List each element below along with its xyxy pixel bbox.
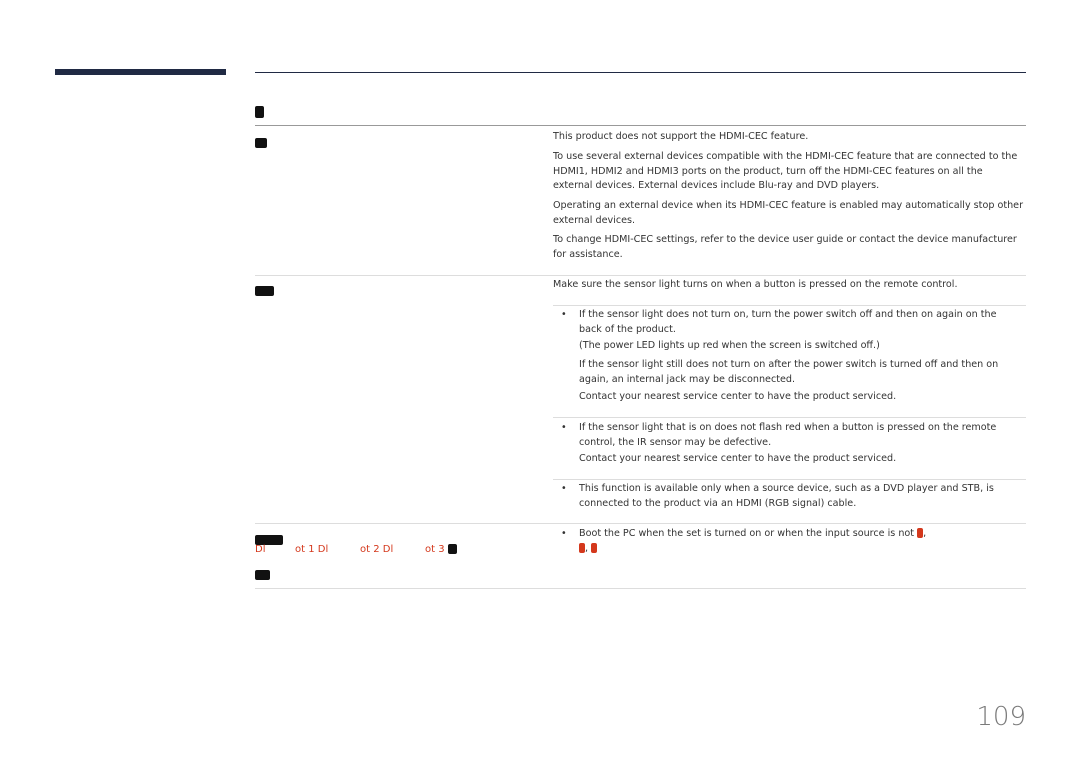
- bullet: •: [561, 483, 567, 494]
- text: To change HDMI-CEC settings, refer to th…: [553, 234, 1017, 260]
- label: ot 2 Dl: [360, 544, 394, 555]
- table-header: [255, 101, 264, 120]
- text: Make sure the sensor light turns on when…: [553, 279, 958, 290]
- row-divider: [255, 523, 1026, 524]
- text: Boot the PC when the set is turned on or…: [579, 528, 915, 539]
- text: If the sensor light does not turn on, tu…: [579, 309, 997, 335]
- text: If the sensor light still does not turn …: [579, 359, 999, 385]
- row-label-hdmi-cec: [255, 132, 267, 151]
- header-divider: [255, 125, 1026, 126]
- page-number: 109: [976, 702, 1026, 732]
- text: Contact your nearest service center to h…: [579, 391, 897, 402]
- text: If the sensor light that is on does not …: [579, 422, 997, 448]
- label: ot 3: [425, 544, 445, 555]
- row-label-extra: [255, 564, 270, 583]
- text: Contact your nearest service center to h…: [579, 453, 897, 464]
- text: This function is available only when a s…: [579, 483, 994, 509]
- row-divider: [255, 275, 1026, 276]
- section-marker: [55, 69, 226, 75]
- divider: [553, 417, 1026, 418]
- text: This product does not support the HDMI-C…: [553, 131, 809, 142]
- label: ot 1 Dl: [295, 544, 329, 555]
- text: (The power LED lights up red when the sc…: [579, 340, 880, 351]
- label: Dl: [255, 544, 266, 555]
- boot-text: Boot the PC when the set is turned on or…: [579, 528, 927, 554]
- divider: [553, 479, 1026, 480]
- row-divider: [255, 588, 1026, 589]
- row-label-remote: [255, 280, 274, 299]
- text: To use several external devices compatib…: [553, 151, 1018, 191]
- bullet: •: [561, 528, 567, 539]
- divider: [553, 305, 1026, 306]
- red-labels: Dl ot 1 Dl ot 2 Dl ot 3: [255, 544, 457, 555]
- bullet: •: [561, 422, 567, 433]
- top-divider: [255, 72, 1026, 73]
- text: Operating an external device when its HD…: [553, 200, 1024, 226]
- bullet: •: [561, 309, 567, 320]
